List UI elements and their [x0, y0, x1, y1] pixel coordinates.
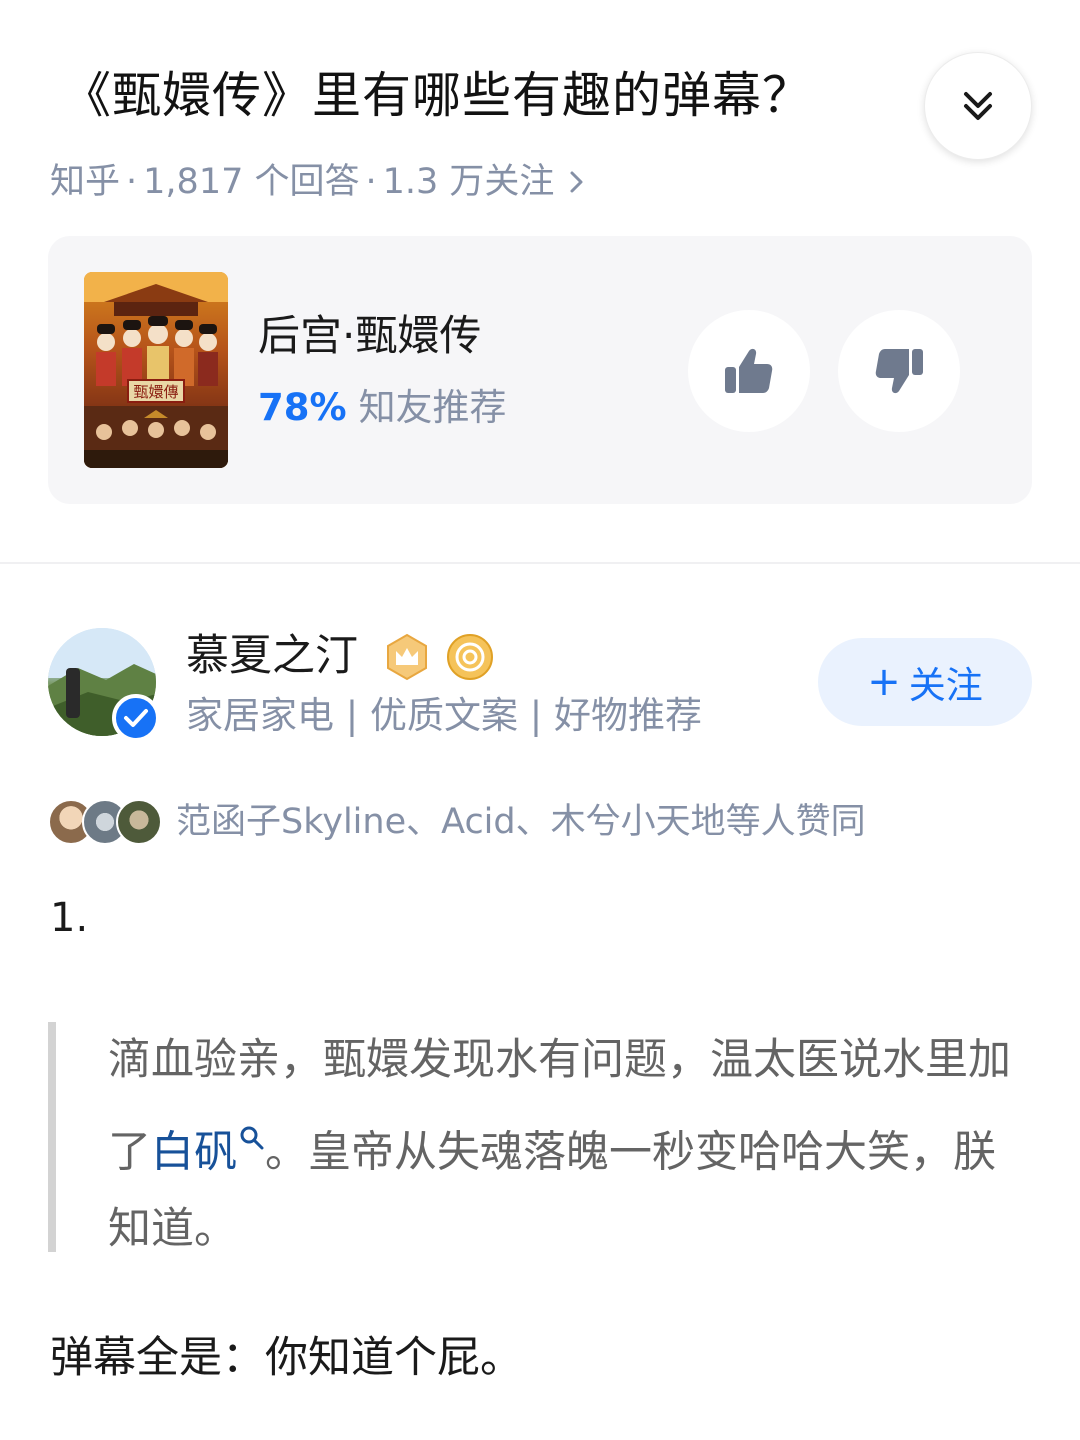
meta-separator: · — [365, 162, 377, 202]
author-bio: 家居家电 | 优质文案 | 好物推荐 — [186, 694, 702, 737]
upvote-button[interactable] — [688, 310, 810, 432]
downvote-button[interactable] — [838, 310, 960, 432]
follower-count: 1.3 万关注 — [382, 162, 555, 202]
collapse-button[interactable] — [924, 52, 1032, 160]
double-chevron-down-icon — [964, 92, 992, 120]
drama-poster[interactable]: 甄嬛傳 — [84, 272, 228, 468]
source-label: 知乎 — [50, 162, 121, 202]
keyword-link[interactable]: 白矾 — [151, 1127, 237, 1177]
rating-label: 知友推荐 — [358, 386, 507, 429]
answer-count: 1,817 个回答 — [143, 162, 360, 202]
drama-title: 后宫·甄嬛传 — [258, 311, 482, 360]
question-meta[interactable]: 知乎 · 1,817 个回答 · 1.3 万关注 — [50, 156, 586, 208]
drama-card[interactable]: 甄嬛傳 后宫·甄嬛传 78% 知友推荐 — [48, 236, 1032, 504]
thumbs-down-icon — [875, 349, 923, 394]
section-divider — [0, 562, 1080, 564]
answer-text: 弹幕全是：你知道个屁。 — [50, 1333, 523, 1383]
thumbs-up-icon — [725, 348, 773, 393]
drama-rating: 78% 知友推荐 — [258, 382, 507, 434]
meta-separator: · — [126, 162, 138, 202]
follow-button[interactable]: + 关注 — [818, 638, 1032, 726]
follow-label: 关注 — [908, 664, 983, 707]
author-name[interactable]: 慕夏之汀 — [186, 626, 358, 686]
search-icon[interactable] — [239, 1099, 265, 1150]
paragraph-number: 1. — [50, 895, 89, 941]
poster-title: 甄嬛傳 — [133, 383, 178, 401]
question-title[interactable]: 《甄嬛传》里有哪些有趣的弹幕？ — [62, 58, 902, 134]
verified-badge-icon — [112, 694, 160, 742]
quote-text: 滴血验亲，甄嬛发现水有问题，温太医说水里加了白矾 。皇帝从失魂落魄一秒变哈哈大笑，… — [108, 1022, 1032, 1268]
crown-badge-icon[interactable] — [383, 633, 431, 681]
coin-badge-icon[interactable] — [446, 633, 494, 681]
chevron-right-icon — [568, 169, 586, 195]
rating-percent: 78% — [258, 386, 347, 429]
plus-icon: + — [867, 659, 901, 705]
voters-row[interactable]: 范函子Skyline、Acid、木兮小天地等人赞同 — [48, 796, 866, 848]
blockquote: 滴血验亲，甄嬛发现水有问题，温太医说水里加了白矾 。皇帝从失魂落魄一秒变哈哈大笑，… — [48, 1022, 1032, 1254]
voter-avatar — [116, 799, 162, 845]
voters-text: 范函子Skyline、Acid、木兮小天地等人赞同 — [176, 802, 866, 842]
